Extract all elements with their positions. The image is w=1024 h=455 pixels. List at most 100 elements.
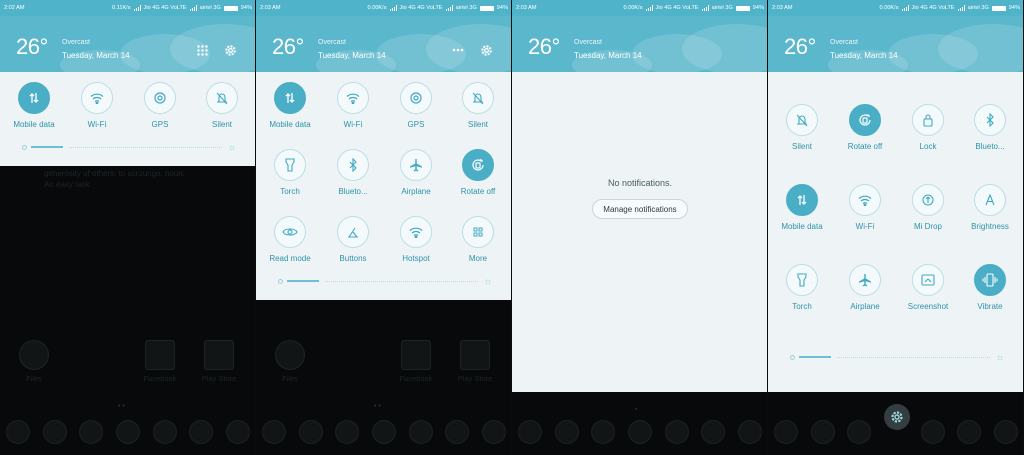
messages-icon[interactable] [810,420,835,444]
browser-icon[interactable] [591,420,616,444]
tile-read-mode[interactable]: Read mode [258,216,322,263]
browser-icon[interactable] [847,420,872,444]
tile-gps[interactable]: GPS [128,82,192,129]
carrier-1: Jio 4G 4G VoLTE [399,5,443,11]
tile-airplane[interactable]: Airplane [833,264,897,311]
status-bar: 2:02 AM 0.11K/s Jio 4G 4G VoLTE airtel 3… [0,0,255,16]
tile-torch[interactable]: Torch [770,264,834,311]
tile-wifi[interactable]: Wi-Fi [321,82,385,129]
app-play-store[interactable]: Play Store [194,340,244,383]
gallery-icon[interactable] [701,420,726,444]
tile-wifi[interactable]: Wi-Fi [833,184,897,231]
dock [0,416,255,448]
tile-buttons[interactable]: Buttons [321,216,385,263]
tile-mi-drop[interactable]: Mi Drop [896,184,960,231]
app-drawer-icon[interactable] [371,420,396,444]
app-play-store[interactable]: Play Store [450,340,500,383]
tile-brightness[interactable]: Brightness [958,184,1022,231]
panel-edit-quick-settings: 2:03 AM 0.00K/s Jio 4G 4G VoLTE airtel 3… [768,0,1024,455]
tile-vibrate[interactable]: Vibrate [958,264,1022,311]
carrier-2: airtel 3G [711,5,733,11]
whatsapp-icon[interactable] [920,420,945,444]
tile-rotate[interactable]: Rotate off [446,149,510,196]
grid-icon[interactable] [194,42,210,58]
tile-mobile-data[interactable]: Mobile data [2,82,66,129]
battery-percent: 94% [752,5,764,11]
silent-icon [462,82,494,114]
tile-screenshot[interactable]: Screenshot [896,264,960,311]
tile-bluetooth[interactable]: Blueto... [321,149,385,196]
gallery-icon[interactable] [189,420,214,444]
messages-icon[interactable] [42,420,67,444]
status-time: 2:03 AM [260,5,281,11]
phone-icon[interactable] [262,420,287,444]
signal-icon [901,5,909,11]
brightness-slider[interactable]: ☼ [790,352,1004,362]
phone-icon[interactable] [774,420,799,444]
tile-mobile-data[interactable]: Mobile data [258,82,322,129]
tile-silent[interactable]: Silent [770,104,834,151]
brightness-slider[interactable]: ☼ [22,142,236,152]
app-files[interactable]: Files [9,340,59,383]
tile-rotate[interactable]: Rotate off [833,104,897,151]
whatsapp-icon[interactable] [664,420,689,444]
app-facebook[interactable]: Facebook [135,340,185,383]
dock [768,416,1023,448]
gear-icon[interactable] [478,42,494,58]
carrier-2: airtel 3G [455,5,477,11]
app-drawer-icon[interactable] [115,420,140,444]
messages-icon[interactable] [554,420,579,444]
carrier-1: Jio 4G 4G VoLTE [143,5,187,11]
tile-label: Rotate off [847,142,883,151]
signal-icon [133,5,141,11]
brightness-low-icon [22,144,27,150]
brightness-slider[interactable]: ☼ [278,276,492,286]
mobile-data-icon [786,184,818,216]
files-icon [19,340,49,370]
tile-bluetooth[interactable]: Blueto... [958,104,1022,151]
temperature[interactable]: 26° [272,34,304,60]
gallery-icon[interactable] [957,420,982,444]
rotate-icon [462,149,494,181]
phone-icon[interactable] [518,420,543,444]
battery-icon [991,5,1006,11]
tile-more[interactable]: More [446,216,510,263]
chrome-icon[interactable] [481,420,506,444]
browser-icon[interactable] [335,420,360,444]
temperature[interactable]: 26° [528,34,560,60]
network-speed: 0.00K/s [879,5,899,11]
tile-gps[interactable]: GPS [384,82,448,129]
tile-label: Wi-Fi [855,222,875,231]
chrome-icon[interactable] [993,420,1018,444]
tile-torch[interactable]: Torch [258,149,322,196]
more-dots-icon[interactable] [450,42,466,58]
chrome-icon[interactable] [225,420,250,444]
gear-icon[interactable] [222,42,238,58]
app-files[interactable]: Files [265,340,315,383]
messages-icon[interactable] [298,420,323,444]
app-drawer-icon[interactable] [627,420,652,444]
tile-silent[interactable]: Silent [446,82,510,129]
phone-icon[interactable] [6,420,31,444]
chrome-icon[interactable] [737,420,762,444]
tile-lock[interactable]: Lock [896,104,960,151]
whatsapp-icon[interactable] [408,420,433,444]
tile-airplane[interactable]: Airplane [384,149,448,196]
network-speed: 0.00K/s [623,5,643,11]
whatsapp-icon[interactable] [152,420,177,444]
files-icon [275,340,305,370]
tile-hotspot[interactable]: Hotspot [384,216,448,263]
manage-notifications-button[interactable]: Manage notifications [592,199,688,219]
app-facebook[interactable]: Facebook [391,340,441,383]
temperature[interactable]: 26° [784,34,816,60]
gallery-icon[interactable] [445,420,470,444]
tile-label: Silent [791,142,812,151]
browser-icon[interactable] [79,420,104,444]
temperature[interactable]: 26° [16,34,48,60]
tile-mobile-data[interactable]: Mobile data [770,184,834,231]
tile-label: Brightness [971,222,1009,231]
signal-icon [957,5,965,11]
tile-wifi[interactable]: Wi-Fi [65,82,129,129]
tile-label: GPS [407,120,425,129]
tile-silent[interactable]: Silent [190,82,254,129]
